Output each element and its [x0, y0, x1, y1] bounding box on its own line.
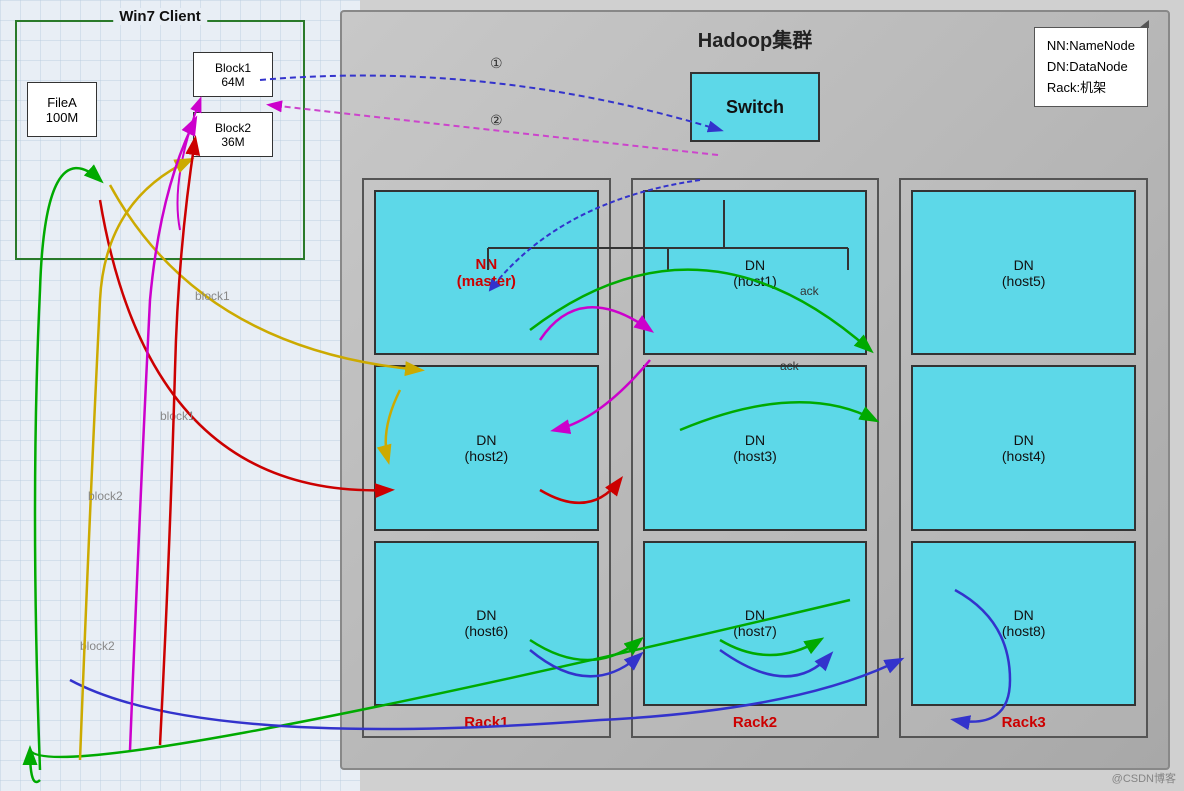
host8-label: DN(host8) [1002, 607, 1046, 639]
node-host1: DN(host1) [643, 190, 868, 355]
legend-line1: NN:NameNode [1047, 36, 1135, 57]
host1-label: DN(host1) [733, 257, 777, 289]
switch-box: Switch [690, 72, 820, 142]
client-title: Win7 Client [113, 8, 207, 25]
host5-label: DN(host5) [1002, 257, 1046, 289]
watermark: @CSDN博客 [1112, 770, 1176, 786]
file-box: FileA100M [27, 82, 97, 137]
block1-box: Block164M [193, 52, 273, 97]
legend-box: NN:NameNode DN:DataNode Rack:机架 [1034, 27, 1148, 107]
nn-master-label: NN(master) [457, 256, 516, 290]
rack3: DN(host5) DN(host4) DN(host8) Rack3 [899, 178, 1148, 738]
node-host6: DN(host6) [374, 541, 599, 706]
node-host5: DN(host5) [911, 190, 1136, 355]
rack1: NN(master) DN(host2) DN(host6) Rack1 [362, 178, 611, 738]
legend-line3: Rack:机架 [1047, 78, 1135, 99]
host7-label: DN(host7) [733, 607, 777, 639]
node-host3: DN(host3) [643, 365, 868, 530]
node-host7: DN(host7) [643, 541, 868, 706]
node-nn-master: NN(master) [374, 190, 599, 355]
node-host4: DN(host4) [911, 365, 1136, 530]
client-area: Win7 Client FileA100M Block164M Block236… [15, 20, 305, 260]
host6-label: DN(host6) [465, 607, 509, 639]
file-label: FileA100M [46, 95, 79, 125]
block1-label: Block164M [215, 61, 251, 89]
hadoop-title: Hadoop集群 [698, 24, 812, 53]
hadoop-area: Hadoop集群 NN:NameNode DN:DataNode Rack:机架… [340, 10, 1170, 770]
block2-label: Block236M [215, 121, 251, 149]
host3-label: DN(host3) [733, 432, 777, 464]
rack2: DN(host1) DN(host3) DN(host7) Rack2 [631, 178, 880, 738]
rack3-label: Rack3 [1002, 714, 1046, 731]
node-host2: DN(host2) [374, 365, 599, 530]
block2-box: Block236M [193, 112, 273, 157]
rack1-label: Rack1 [464, 714, 508, 731]
switch-label: Switch [726, 97, 784, 118]
legend-line2: DN:DataNode [1047, 57, 1135, 78]
host4-label: DN(host4) [1002, 432, 1046, 464]
rack2-label: Rack2 [733, 714, 777, 731]
racks-container: NN(master) DN(host2) DN(host6) Rack1 DN(… [362, 178, 1148, 738]
node-host8: DN(host8) [911, 541, 1136, 706]
host2-label: DN(host2) [465, 432, 509, 464]
